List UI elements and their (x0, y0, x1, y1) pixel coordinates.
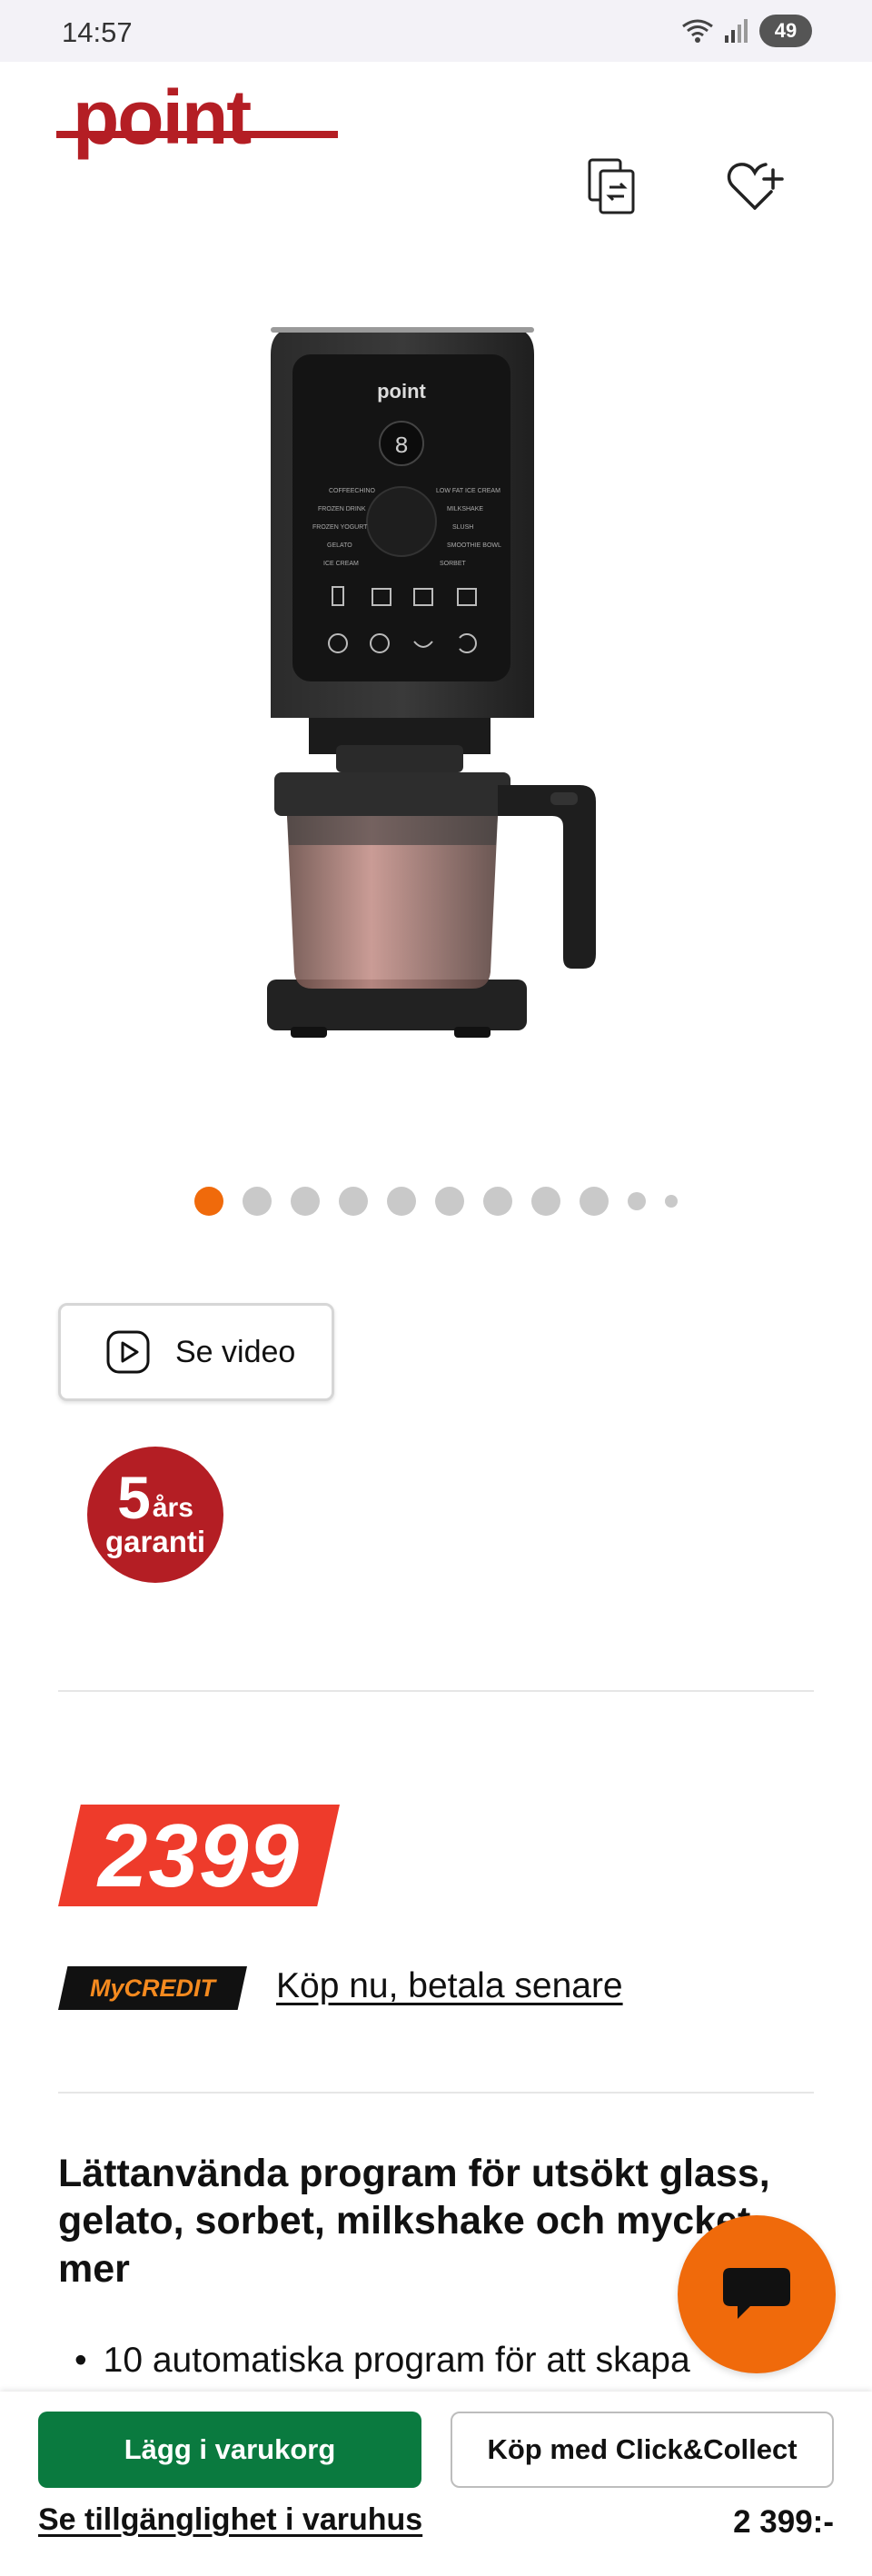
play-icon (106, 1330, 150, 1374)
product-image[interactable]: point 8 COFFEECHINO LOW FAT ICE CREAM FRO… (254, 318, 618, 1081)
gallery-dot[interactable] (580, 1187, 609, 1216)
svg-text:8: 8 (394, 433, 409, 460)
svg-text:COFFEECHINO: COFFEECHINO (329, 488, 376, 494)
status-bar: 14:57 49 (0, 0, 872, 62)
warranty-label: garanti (104, 1524, 206, 1558)
warranty-badge: 5 års garanti (87, 1447, 223, 1583)
gallery-dot[interactable] (435, 1187, 464, 1216)
divider (58, 2092, 814, 2094)
point-logo[interactable]: point (56, 75, 338, 174)
mycredit-logo: MyCREDIT (58, 1966, 247, 2010)
signal-icon (725, 19, 748, 43)
bottom-price: 2 399:- (733, 2504, 834, 2540)
gallery-dot[interactable] (243, 1187, 272, 1216)
battery-indicator: 49 (759, 15, 812, 47)
svg-text:LOW FAT ICE CREAM: LOW FAT ICE CREAM (436, 488, 500, 494)
list-item: • 10 automatiska program för att skapa (74, 2341, 690, 2381)
add-to-cart-button[interactable]: Lägg i varukorg (38, 2412, 421, 2488)
svg-text:SLUSH: SLUSH (452, 524, 473, 531)
warranty-years: 5 (117, 1464, 151, 1532)
gallery-pagination (0, 1187, 872, 1216)
gallery-dot[interactable] (483, 1187, 512, 1216)
store-availability-link[interactable]: Se tillgänglighet i varuhus (38, 2502, 422, 2538)
gallery-dot[interactable] (339, 1187, 368, 1216)
logo-text: point (73, 87, 251, 160)
click-collect-button[interactable]: Köp med Click&Collect (451, 2412, 834, 2488)
warranty-years-suffix: års (152, 1492, 193, 1523)
gallery-dot[interactable] (387, 1187, 416, 1216)
bullet-text: 10 automatiska program för att skapa (103, 2341, 690, 2380)
svg-text:MILKSHAKE: MILKSHAKE (447, 506, 483, 512)
price-value: 2399 (97, 1805, 300, 1905)
price-tag: 2399 (58, 1805, 340, 1906)
chat-icon (723, 2268, 790, 2319)
status-time: 14:57 (62, 16, 133, 48)
gallery-dot[interactable] (291, 1187, 320, 1216)
gallery-dot[interactable] (628, 1192, 646, 1210)
gallery-dot[interactable] (531, 1187, 560, 1216)
bullet-dot: • (74, 2341, 87, 2380)
buy-now-pay-later-link[interactable]: Köp nu, betala senare (276, 1966, 623, 2006)
svg-text:FROZEN YOGURT: FROZEN YOGURT (312, 524, 368, 531)
chat-button[interactable] (678, 2215, 836, 2373)
divider (58, 1690, 814, 1692)
gallery-dot[interactable] (194, 1187, 223, 1216)
compare-icon[interactable] (580, 154, 643, 218)
svg-text:FROZEN DRINK: FROZEN DRINK (318, 506, 366, 512)
see-video-button[interactable]: Se video (58, 1303, 334, 1401)
svg-text:GELATO: GELATO (327, 542, 352, 549)
svg-text:point: point (377, 380, 426, 403)
gallery-dot[interactable] (665, 1195, 678, 1208)
svg-text:SORBET: SORBET (440, 561, 467, 567)
status-icons: 49 (681, 15, 812, 47)
wifi-icon (682, 19, 713, 43)
heart-plus-icon[interactable] (723, 154, 787, 218)
svg-text:ICE CREAM: ICE CREAM (323, 561, 359, 567)
svg-text:SMOOTHIE BOWL: SMOOTHIE BOWL (447, 542, 501, 549)
see-video-label: Se video (175, 1334, 296, 1369)
